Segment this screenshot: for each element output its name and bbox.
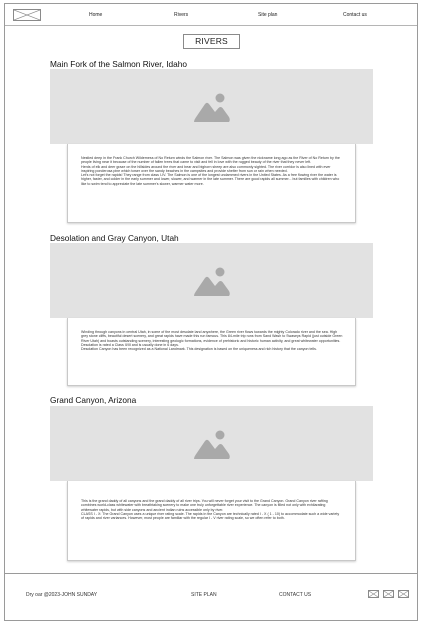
nav-contact-link[interactable]: Contact us (343, 12, 367, 18)
section-title-salmon: Main Fork of the Salmon River, Idaho (50, 59, 187, 69)
footer-copyright: Dry oar @2023-JOHN SUNDAY (26, 592, 98, 598)
salmon-river-description-card: Nestled deep in the Frank Church Wildern… (67, 144, 356, 223)
description-paragraph: Nestled deep in the Frank Church Wildern… (81, 156, 340, 165)
desolation-canyon-image (50, 243, 373, 318)
page-title: RIVERS (183, 34, 240, 49)
placeholder-x-icon (369, 591, 378, 597)
desolation-canyon-description-card: Winding through canyons in central Utah,… (67, 318, 356, 386)
grand-canyon-description-card: This is the grand daddy of all canyons a… (67, 481, 356, 561)
footer-contact-link[interactable]: CONTACT US (279, 592, 311, 598)
section-title-grand-canyon: Grand Canyon, Arizona (50, 395, 137, 405)
header: Home Rivers Site plan Contact us (5, 4, 417, 26)
social-icon-placeholder[interactable] (368, 590, 379, 598)
salmon-river-image (50, 69, 373, 144)
description-paragraph: Desolation Canyon has been recognized as… (81, 347, 317, 352)
placeholder-x-icon (14, 10, 40, 20)
nav-site-plan-link[interactable]: Site plan (258, 12, 277, 18)
description-paragraph: Let's not forget the rapids! They range … (81, 173, 340, 186)
social-icon-placeholder[interactable] (383, 590, 394, 598)
placeholder-x-icon (384, 591, 393, 597)
description-paragraph: This is the grand daddy of all canyons a… (81, 499, 328, 512)
logo-image-placeholder[interactable] (13, 9, 41, 21)
image-placeholder-icon (193, 93, 230, 122)
placeholder-x-icon (399, 591, 408, 597)
image-placeholder-icon (193, 267, 230, 296)
description-paragraph: Herds of elk and deer graze on the hills… (81, 164, 331, 173)
footer-site-plan-link[interactable]: SITE PLAN (191, 592, 217, 598)
grand-canyon-image (50, 406, 373, 481)
image-placeholder-icon (193, 430, 230, 459)
social-icon-placeholder[interactable] (398, 590, 409, 598)
nav-rivers-link[interactable]: Rivers (174, 12, 188, 18)
page-frame: Home Rivers Site plan Contact us RIVERS … (4, 3, 418, 621)
section-title-desolation: Desolation and Gray Canyon, Utah (50, 233, 179, 243)
description-paragraph: Winding through canyons in central Utah,… (81, 330, 343, 343)
nav-home-link[interactable]: Home (89, 12, 102, 18)
footer: Dry oar @2023-JOHN SUNDAY SITE PLAN CONT… (5, 573, 417, 621)
description-paragraph: CLASS I - X: The Grand Canyon uses a uni… (81, 511, 340, 521)
